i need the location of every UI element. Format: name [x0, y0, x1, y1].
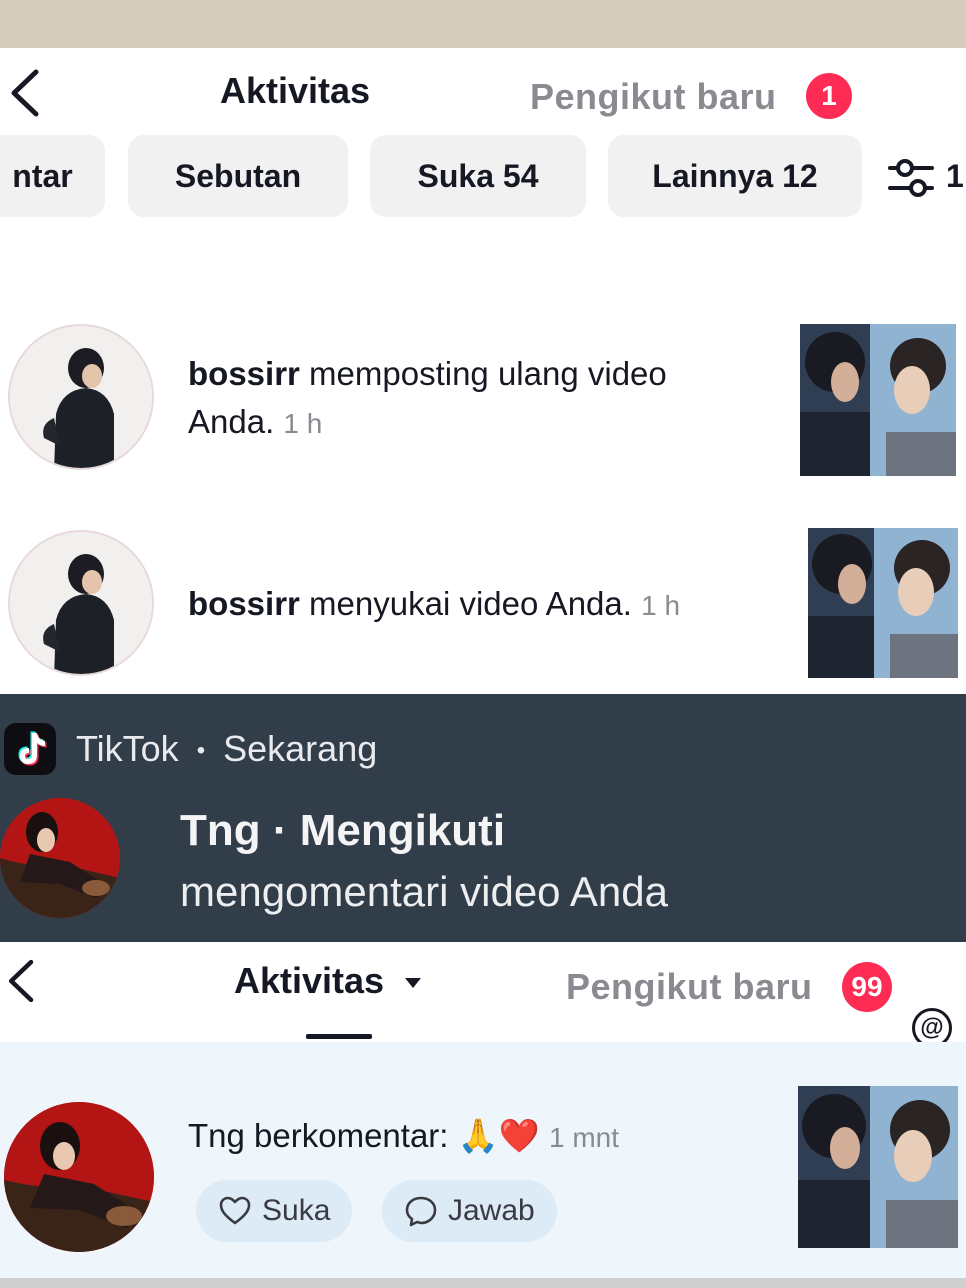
back-button[interactable] [4, 958, 40, 1004]
username[interactable]: bossirr [188, 585, 300, 622]
activity-header-2 [0, 942, 966, 1042]
avatar[interactable] [4, 1102, 154, 1252]
toast-app-name: TikTok [76, 728, 179, 769]
avatar-person-image [10, 532, 152, 674]
toast-title: Tng · Mengikuti [180, 806, 506, 855]
timestamp: 1 h [641, 590, 681, 621]
like-comment-button[interactable]: Suka [196, 1180, 353, 1242]
notification-repost[interactable]: bossirr memposting ulang video Anda. 1 h [188, 350, 768, 448]
video-thumbnail[interactable] [800, 324, 956, 476]
notification-action-cont: Anda. [188, 403, 275, 440]
avatar-person-image [10, 326, 152, 468]
bottom-strip [0, 1278, 966, 1288]
comment-notification[interactable]: Tng berkomentar: 🙏❤️ 1 mnt [188, 1112, 708, 1162]
filter-settings-icon[interactable] [886, 156, 936, 200]
chevron-left-icon [11, 69, 39, 117]
tab-aktivitas[interactable]: Aktivitas [220, 70, 370, 112]
back-button[interactable] [6, 68, 46, 118]
filter-chip-likes[interactable]: Suka 54 [370, 135, 586, 217]
filter-count: 1 [946, 158, 964, 194]
notification-action: menyukai video Anda. [299, 585, 632, 622]
toast-separator: • [196, 737, 206, 765]
video-thumbnail[interactable] [798, 1086, 958, 1248]
toast-body: mengomentari video Anda [180, 868, 668, 915]
timestamp: 1 mnt [549, 1122, 620, 1153]
avatar[interactable] [8, 324, 154, 470]
tab-new-followers[interactable]: Pengikut baru [566, 966, 813, 1008]
caret-down-icon [405, 978, 422, 989]
comment-emoji: 🙏❤️ [457, 1117, 540, 1154]
tab-aktivitas[interactable]: Aktivitas [234, 960, 422, 1002]
avatar-image [0, 798, 120, 918]
thumbnail-image [808, 528, 958, 678]
notification-action: memposting ulang video [299, 355, 667, 392]
toast-avatar [0, 798, 120, 918]
heart-outline-icon [219, 1196, 251, 1225]
followers-badge: 1 [806, 73, 852, 119]
filter-chip-comments[interactable]: ntar [0, 135, 105, 217]
toast-app-line: TikTok • Sekarang [76, 728, 377, 770]
avatar-image [4, 1102, 154, 1252]
video-thumbnail[interactable] [808, 528, 958, 678]
tab-label: Aktivitas [234, 960, 385, 1001]
comment-action: berkomentar: [244, 1117, 458, 1154]
filter-chip-others[interactable]: Lainnya 12 [608, 135, 862, 217]
thumbnail-image [798, 1086, 958, 1248]
username[interactable]: Tng [188, 1117, 245, 1154]
thumbnail-image [800, 324, 956, 476]
status-strip [0, 0, 966, 48]
chevron-left-icon [8, 959, 34, 1003]
timestamp: 1 h [283, 408, 323, 439]
filter-chip-mentions[interactable]: Sebutan [128, 135, 348, 217]
tiktok-logo-icon [4, 723, 56, 775]
reply-comment-button[interactable]: Jawab [382, 1180, 557, 1242]
tab-new-followers[interactable]: Pengikut baru [530, 76, 777, 118]
avatar[interactable] [8, 530, 154, 676]
notification-like[interactable]: bossirr menyukai video Anda. 1 h [188, 580, 788, 630]
toast-time: Sekarang [223, 728, 378, 769]
reply-label: Jawab [448, 1194, 535, 1227]
comment-bubble-icon [405, 1196, 437, 1227]
followers-badge: 99 [842, 962, 892, 1012]
like-label: Suka [262, 1194, 331, 1227]
username[interactable]: bossirr [188, 355, 300, 392]
tab-underline [306, 1034, 372, 1039]
